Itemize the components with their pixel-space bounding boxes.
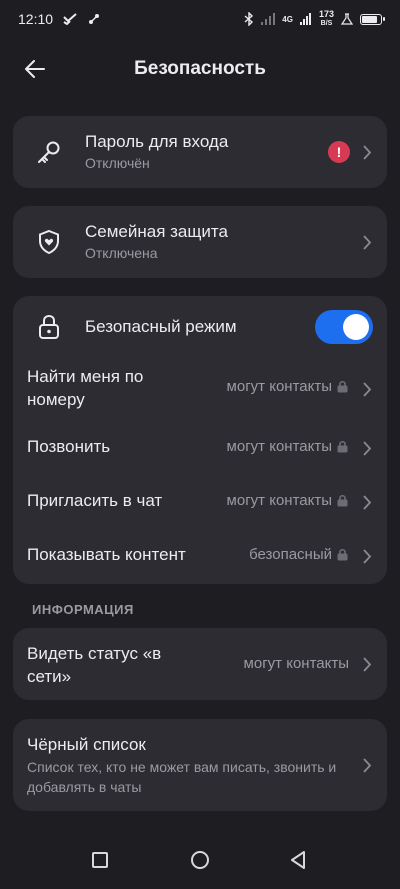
family-card[interactable]: Семейная защита Отключена (13, 206, 387, 278)
lock-small-icon (337, 548, 348, 561)
row-value: безопасный (249, 546, 349, 563)
network-type: 4G (282, 14, 293, 24)
privacy-row-find-by-number[interactable]: Найти меня по номеру могут контакты (13, 358, 387, 420)
chevron-right-icon (361, 757, 373, 773)
row-label: Найти меня по номеру (27, 367, 144, 409)
privacy-row-invite-chat[interactable]: Пригласить в чат могут контакты (13, 474, 387, 528)
online-status-row[interactable]: Видеть статус «в сети» могут контакты (13, 628, 387, 700)
status-bar: 12:10 4G 173 B/S (0, 0, 400, 38)
bluetooth-icon (244, 12, 254, 26)
home-button[interactable] (185, 845, 215, 875)
safe-mode-toggle[interactable] (315, 310, 373, 344)
safe-mode-row[interactable]: Безопасный режим (13, 296, 387, 358)
app-notification-icon (63, 13, 77, 25)
back-nav-button[interactable] (283, 845, 313, 875)
chevron-right-icon (361, 381, 373, 397)
recent-apps-button[interactable] (85, 845, 115, 875)
chevron-right-icon (361, 144, 373, 160)
row-value: могут контакты (227, 378, 349, 395)
lock-small-icon (337, 440, 348, 453)
lock-icon (35, 313, 63, 341)
row-value: могут контакты (227, 438, 349, 455)
row-label: Пригласить в чат (27, 491, 163, 510)
page-title: Безопасность (134, 58, 266, 79)
privacy-row-call[interactable]: Позвонить могут контакты (13, 420, 387, 474)
chevron-right-icon (361, 440, 373, 456)
family-row[interactable]: Семейная защита Отключена (13, 206, 387, 278)
blacklist-row[interactable]: Чёрный список Список тех, кто не может в… (13, 719, 387, 811)
blacklist-card[interactable]: Чёрный список Список тех, кто не может в… (13, 719, 387, 811)
password-subtitle: Отключён (85, 155, 150, 171)
online-status-label: Видеть статус «в сети» (27, 644, 162, 686)
blacklist-title: Чёрный список (27, 735, 146, 754)
lock-small-icon (337, 494, 348, 507)
chevron-right-icon (361, 548, 373, 564)
status-time: 12:10 (18, 11, 54, 27)
safe-mode-card: Безопасный режим Найти меня по номеру мо… (13, 296, 387, 584)
chevron-right-icon (361, 494, 373, 510)
online-status-card[interactable]: Видеть статус «в сети» могут контакты (13, 628, 387, 700)
triangle-back-icon (291, 851, 305, 869)
flask-icon (341, 13, 353, 25)
header: Безопасность (0, 44, 400, 94)
alert-badge: ! (328, 141, 350, 163)
chevron-right-icon (361, 656, 373, 672)
navigation-bar (0, 829, 400, 889)
lock-small-icon (337, 380, 348, 393)
row-label: Показывать контент (27, 545, 186, 564)
section-label-info: ИНФОРМАЦИЯ (32, 602, 134, 617)
password-row[interactable]: Пароль для входа Отключён ! (13, 116, 387, 188)
shield-heart-icon (35, 228, 63, 256)
family-title: Семейная защита (85, 222, 228, 241)
battery-icon (360, 13, 385, 25)
network-speed: 173 B/S (318, 9, 334, 28)
safe-mode-title: Безопасный режим (85, 317, 237, 336)
signal-icon (261, 13, 276, 25)
row-label: Позвонить (27, 437, 111, 456)
circle-icon (191, 851, 209, 869)
row-value: могут контакты (227, 492, 349, 509)
app-notification-icon-2 (89, 14, 100, 24)
square-icon (92, 852, 108, 868)
chevron-right-icon (361, 234, 373, 250)
key-icon (35, 138, 63, 166)
blacklist-subtitle: Список тех, кто не может вам писать, зво… (27, 759, 337, 795)
password-card[interactable]: Пароль для входа Отключён ! (13, 116, 387, 188)
signal-icon-2 (299, 13, 311, 25)
password-title: Пароль для входа (85, 132, 229, 151)
online-status-value: могут контакты (243, 655, 349, 672)
privacy-row-show-content[interactable]: Показывать контент безопасный (13, 528, 387, 582)
family-subtitle: Отключена (85, 245, 158, 261)
